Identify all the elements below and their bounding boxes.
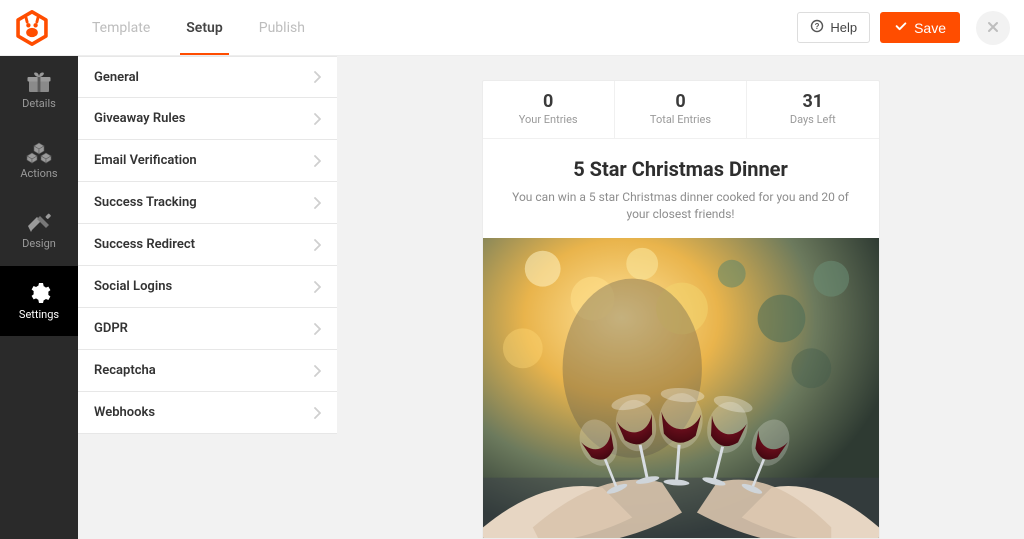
nav-label: Design bbox=[22, 237, 56, 250]
stat-value: 31 bbox=[751, 91, 874, 112]
preview-description: You can win a 5 star Christmas dinner co… bbox=[503, 189, 859, 224]
stat-value: 0 bbox=[619, 91, 742, 112]
close-icon bbox=[987, 18, 999, 37]
chevron-right-icon bbox=[313, 239, 321, 251]
settings-item-success-redirect[interactable]: Success Redirect bbox=[78, 224, 337, 266]
cubes-icon bbox=[26, 142, 52, 164]
settings-item-recaptcha[interactable]: Recaptcha bbox=[78, 350, 337, 392]
stat-days-left: 31 Days Left bbox=[746, 81, 878, 138]
top-bar: Template Setup Publish ? Help Save bbox=[0, 0, 1024, 56]
settings-item-success-tracking[interactable]: Success Tracking bbox=[78, 182, 337, 224]
stat-label: Days Left bbox=[751, 113, 874, 126]
chevron-right-icon bbox=[313, 323, 321, 335]
preview-image bbox=[483, 238, 879, 538]
settings-item-label: Success Redirect bbox=[94, 237, 195, 252]
stat-label: Total Entries bbox=[619, 113, 742, 126]
settings-item-label: Social Logins bbox=[94, 279, 172, 294]
main-body: Details Actions Design Settings General bbox=[0, 56, 1024, 539]
nav-item-details[interactable]: Details bbox=[0, 56, 78, 126]
stat-total-entries: 0 Total Entries bbox=[614, 81, 746, 138]
settings-item-gdpr[interactable]: GDPR bbox=[78, 308, 337, 350]
settings-item-label: Webhooks bbox=[94, 405, 155, 420]
stat-value: 0 bbox=[487, 91, 610, 112]
preview-body: 5 Star Christmas Dinner You can win a 5 … bbox=[483, 139, 879, 238]
tab-setup[interactable]: Setup bbox=[168, 0, 240, 55]
settings-item-label: Recaptcha bbox=[94, 363, 156, 378]
nav-item-actions[interactable]: Actions bbox=[0, 126, 78, 196]
stat-label: Your Entries bbox=[487, 113, 610, 126]
settings-item-label: Giveaway Rules bbox=[94, 111, 185, 126]
settings-item-social-logins[interactable]: Social Logins bbox=[78, 266, 337, 308]
save-button[interactable]: Save bbox=[880, 12, 960, 43]
top-right-actions: ? Help Save bbox=[797, 11, 1010, 45]
chevron-right-icon bbox=[313, 71, 321, 83]
settings-item-webhooks[interactable]: Webhooks bbox=[78, 392, 337, 434]
preview-title: 5 Star Christmas Dinner bbox=[503, 157, 859, 181]
chevron-right-icon bbox=[313, 281, 321, 293]
preview-card: 0 Your Entries 0 Total Entries 31 Days L… bbox=[482, 80, 880, 539]
settings-item-email-verification[interactable]: Email Verification bbox=[78, 140, 337, 182]
close-button[interactable] bbox=[976, 11, 1010, 45]
stat-your-entries: 0 Your Entries bbox=[483, 81, 614, 138]
settings-item-label: General bbox=[94, 70, 139, 85]
settings-list: General Giveaway Rules Email Verificatio… bbox=[78, 56, 337, 434]
top-tabs: Template Setup Publish bbox=[74, 0, 323, 55]
brand-logo bbox=[12, 8, 52, 48]
settings-item-general[interactable]: General bbox=[78, 56, 337, 98]
chevron-right-icon bbox=[313, 155, 321, 167]
settings-item-giveaway-rules[interactable]: Giveaway Rules bbox=[78, 98, 337, 140]
help-icon: ? bbox=[810, 19, 824, 36]
preview-column: 0 Your Entries 0 Total Entries 31 Days L… bbox=[337, 56, 1024, 539]
svg-text:?: ? bbox=[815, 22, 820, 31]
help-button-label: Help bbox=[830, 20, 857, 35]
gift-icon bbox=[26, 72, 52, 94]
tab-publish[interactable]: Publish bbox=[241, 0, 323, 55]
preview-stats: 0 Your Entries 0 Total Entries 31 Days L… bbox=[483, 81, 879, 139]
gear-icon bbox=[27, 281, 51, 305]
chevron-right-icon bbox=[313, 365, 321, 377]
settings-item-label: Success Tracking bbox=[94, 195, 197, 210]
check-icon bbox=[894, 19, 908, 36]
save-button-label: Save bbox=[914, 20, 946, 36]
settings-item-label: Email Verification bbox=[94, 153, 197, 168]
chevron-right-icon bbox=[313, 407, 321, 419]
nav-label: Settings bbox=[19, 308, 59, 321]
brush-icon bbox=[26, 212, 52, 234]
settings-item-label: GDPR bbox=[94, 321, 128, 336]
help-button[interactable]: ? Help bbox=[797, 12, 870, 43]
left-nav: Details Actions Design Settings bbox=[0, 56, 78, 539]
chevron-right-icon bbox=[313, 113, 321, 125]
nav-label: Details bbox=[22, 97, 56, 110]
nav-item-settings[interactable]: Settings bbox=[0, 266, 78, 336]
settings-panel: General Giveaway Rules Email Verificatio… bbox=[78, 56, 337, 539]
tab-template[interactable]: Template bbox=[74, 0, 168, 55]
nav-item-design[interactable]: Design bbox=[0, 196, 78, 266]
nav-label: Actions bbox=[20, 167, 57, 180]
chevron-right-icon bbox=[313, 197, 321, 209]
